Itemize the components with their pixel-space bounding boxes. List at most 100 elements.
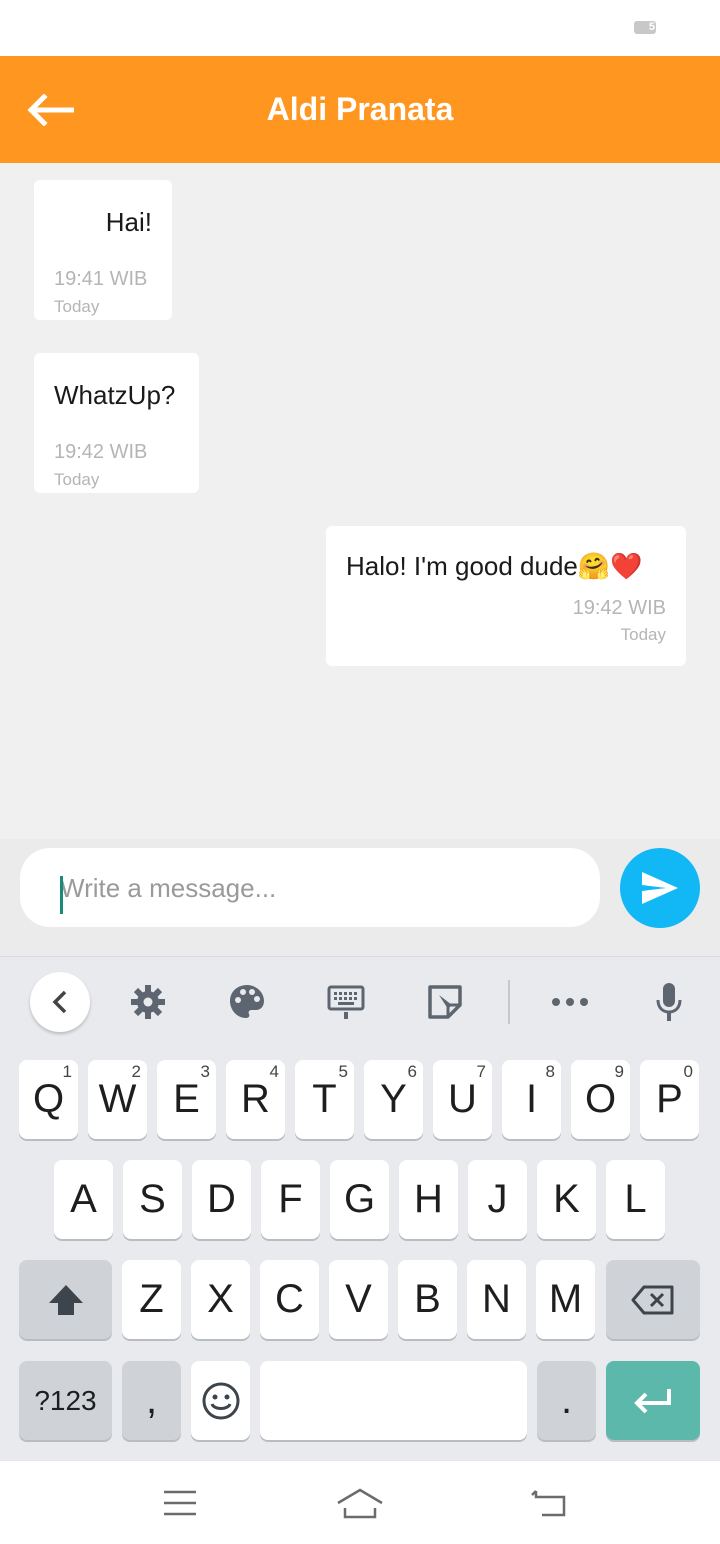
arrow-left-icon (27, 94, 74, 126)
message-time: 19:42 WIB (572, 597, 666, 619)
key-label: C (275, 1277, 304, 1321)
space-key[interactable] (260, 1361, 527, 1440)
key-j[interactable]: J (468, 1160, 527, 1239)
sticker-button[interactable] (415, 972, 475, 1032)
back-button[interactable] (20, 80, 80, 140)
key-label: ?123 (34, 1384, 97, 1416)
shift-key[interactable] (19, 1260, 112, 1339)
message-time: 19:41 WIB (54, 268, 148, 290)
key-u[interactable]: U7 (433, 1060, 492, 1139)
home-button[interactable] (330, 1478, 390, 1528)
message-bubble-incoming[interactable]: WhatzUp? 19:42 WIB Today (34, 353, 199, 493)
key-x[interactable]: X (191, 1260, 250, 1339)
message-text: WhatzUp? (54, 380, 176, 410)
key-o[interactable]: O9 (571, 1060, 630, 1139)
message-day: Today (54, 470, 100, 489)
key-g[interactable]: G (330, 1160, 389, 1239)
key-i[interactable]: I8 (502, 1060, 561, 1139)
key-v[interactable]: V (329, 1260, 388, 1339)
key-label: H (414, 1177, 443, 1221)
key-h[interactable]: H (399, 1160, 458, 1239)
soft-keyboard: Q1 W2 E3 R4 T5 Y6 U7 I8 O9 P0 A S D F G … (0, 956, 720, 1460)
keyboard-mode-button[interactable] (316, 972, 376, 1032)
message-input[interactable] (60, 868, 580, 908)
key-hint: 9 (614, 1062, 624, 1081)
key-label: O (584, 1077, 617, 1121)
key-label: P (656, 1077, 683, 1121)
theme-button[interactable] (217, 972, 277, 1032)
back-nav-button[interactable] (518, 1478, 578, 1528)
toolbar-divider (508, 980, 510, 1024)
key-label: Z (139, 1277, 164, 1321)
shift-icon (48, 1284, 83, 1315)
key-hint: 6 (407, 1062, 417, 1081)
key-s[interactable]: S (123, 1160, 182, 1239)
key-label: J (487, 1177, 508, 1221)
microphone-icon (656, 983, 682, 1021)
key-p[interactable]: P0 (640, 1060, 699, 1139)
key-y[interactable]: Y6 (364, 1060, 423, 1139)
menu-icon (164, 1490, 196, 1516)
message-text: Halo! I'm good dude🤗❤️ (346, 551, 643, 581)
key-label: Y (380, 1077, 407, 1121)
send-button[interactable] (620, 848, 700, 928)
emoji-key[interactable] (191, 1361, 250, 1440)
key-f[interactable]: F (261, 1160, 320, 1239)
home-icon (337, 1488, 383, 1519)
key-label: L (624, 1177, 647, 1221)
key-n[interactable]: N (467, 1260, 526, 1339)
key-label: M (548, 1277, 583, 1321)
key-label: . (560, 1378, 573, 1422)
backspace-key[interactable] (606, 1260, 700, 1339)
key-label: K (553, 1177, 580, 1221)
message-day: Today (54, 297, 100, 316)
key-z[interactable]: Z (122, 1260, 181, 1339)
key-label: V (345, 1277, 372, 1321)
message-text: Hai! (105, 207, 152, 237)
message-list[interactable]: Hai! 19:41 WIB Today WhatzUp? 19:42 WIB … (0, 163, 720, 839)
key-w[interactable]: W2 (88, 1060, 147, 1139)
key-c[interactable]: C (260, 1260, 319, 1339)
key-label: U (448, 1077, 477, 1121)
gear-icon (131, 985, 165, 1019)
message-bubble-outgoing[interactable]: Halo! I'm good dude🤗❤️ 19:42 WIB Today (326, 526, 686, 666)
comma-key[interactable]: , (122, 1361, 181, 1440)
key-d[interactable]: D (192, 1160, 251, 1239)
key-hint: 7 (476, 1062, 486, 1081)
keyboard-toolbar (0, 957, 720, 1047)
key-label: F (278, 1177, 303, 1221)
key-label: A (70, 1177, 97, 1221)
voice-input-button[interactable] (639, 972, 699, 1032)
key-m[interactable]: M (536, 1260, 595, 1339)
key-label: Q (32, 1077, 65, 1121)
period-key[interactable]: . (537, 1361, 596, 1440)
symbols-key[interactable]: ?123 (19, 1361, 112, 1440)
message-bubble-incoming[interactable]: Hai! 19:41 WIB Today (34, 180, 172, 320)
key-a[interactable]: A (54, 1160, 113, 1239)
message-field[interactable] (20, 848, 600, 927)
key-r[interactable]: R4 (226, 1060, 285, 1139)
key-label: W (98, 1077, 137, 1121)
key-hint: 5 (338, 1062, 348, 1081)
key-label: X (207, 1277, 234, 1321)
enter-key[interactable] (606, 1361, 700, 1440)
status-bar: 5 (0, 0, 720, 56)
key-label: B (414, 1277, 441, 1321)
more-icon (552, 998, 588, 1006)
key-label: T (312, 1077, 337, 1121)
keyboard-collapse-button[interactable] (30, 972, 90, 1032)
navigation-bar (0, 1460, 720, 1544)
key-t[interactable]: T5 (295, 1060, 354, 1139)
emoji-icon (202, 1382, 239, 1419)
key-l[interactable]: L (606, 1160, 665, 1239)
recent-apps-button[interactable] (150, 1478, 210, 1528)
key-q[interactable]: Q1 (19, 1060, 78, 1139)
more-options-button[interactable] (540, 972, 600, 1032)
key-e[interactable]: E3 (157, 1060, 216, 1139)
send-icon (642, 872, 678, 904)
key-label: , (145, 1378, 158, 1422)
key-k[interactable]: K (537, 1160, 596, 1239)
settings-button[interactable] (118, 972, 178, 1032)
key-label: S (139, 1177, 166, 1221)
key-b[interactable]: B (398, 1260, 457, 1339)
